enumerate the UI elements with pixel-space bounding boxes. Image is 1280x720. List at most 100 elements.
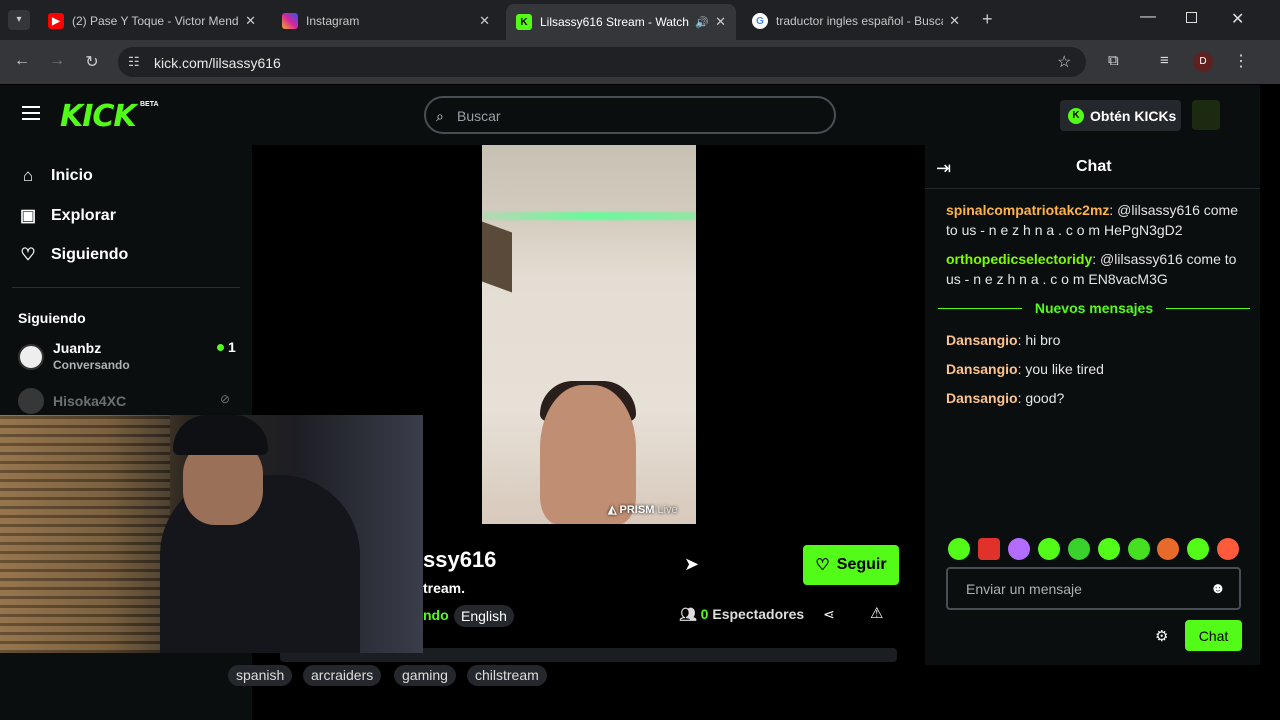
site-info-icon[interactable]: ☷: [128, 54, 140, 70]
emote-icon[interactable]: [1038, 538, 1060, 560]
tab-title: (2) Pase Y Toque - Victor Mendivil: [72, 14, 240, 28]
cursor-icon: ➤: [684, 554, 700, 574]
streamer-name[interactable]: ssy616: [423, 547, 496, 573]
report-icon[interactable]: ⚠: [870, 604, 883, 622]
emote-icon[interactable]: [1128, 538, 1150, 560]
emote-icon[interactable]: [1068, 538, 1090, 560]
new-messages-divider: Nuevos mensajes: [938, 300, 1250, 318]
sidebar-divider: [12, 287, 240, 288]
browser-menu-icon[interactable]: ⋮: [1233, 51, 1249, 71]
tag-chilstream[interactable]: chilstream: [467, 665, 547, 686]
emote-icon[interactable]: [1187, 538, 1209, 560]
chat-text: hi bro: [1025, 332, 1061, 348]
google-icon: G: [752, 13, 768, 29]
new-tab-button[interactable]: +: [982, 9, 993, 30]
get-kicks-button[interactable]: K Obtén KICKs: [1060, 100, 1181, 131]
sidebar-item-siguiendo[interactable]: ♡ Siguiendo: [18, 245, 128, 265]
browser-tab-bar: ▾ ▶ (2) Pase Y Toque - Victor Mendivil ✕…: [0, 0, 1280, 40]
sidebar-item-inicio[interactable]: ⌂ Inicio: [18, 166, 93, 186]
reload-button[interactable]: ↻: [82, 52, 102, 72]
instagram-icon: [282, 13, 298, 29]
home-icon: ⌂: [22, 166, 34, 185]
tag-gaming[interactable]: gaming: [394, 665, 456, 686]
browse-icon: ▣: [19, 206, 37, 225]
user-avatar[interactable]: [1192, 100, 1220, 130]
close-icon[interactable]: ✕: [479, 13, 490, 29]
led-strip: [482, 212, 696, 220]
language-badge[interactable]: English: [454, 605, 514, 627]
beta-badge: BETA: [140, 101, 159, 108]
tab-title: Instagram: [306, 14, 360, 28]
minimize-button[interactable]: —: [1140, 8, 1156, 26]
gear-icon[interactable]: ⚙: [1155, 627, 1168, 645]
channel-category: Conversando: [53, 358, 130, 372]
back-button[interactable]: ←: [12, 52, 32, 70]
chat-username[interactable]: spinalcompatriotakc2mz: [946, 202, 1109, 218]
wall-frame: [482, 221, 512, 293]
following-heading: Siguiendo: [18, 310, 86, 326]
video-feed: [482, 145, 696, 524]
follow-button[interactable]: ♡ Seguir: [803, 545, 899, 585]
chat-username[interactable]: orthopedicselectoridy: [946, 251, 1092, 267]
prism-live-label: Live: [657, 504, 678, 516]
nav-label: Explorar: [51, 207, 116, 224]
chat-title: Chat: [1076, 158, 1112, 175]
chat-username[interactable]: Dansangio: [946, 390, 1018, 406]
prism-label: PRISM: [619, 504, 655, 516]
emote-icon[interactable]: [1008, 538, 1030, 560]
share-icon[interactable]: ⋖: [823, 606, 835, 623]
chat-message: orthopedicselectoridy: @lilsassy616 come…: [946, 251, 1237, 287]
viewer-count: 👥︎ 0 Espectadores: [679, 606, 804, 623]
avatar: [18, 388, 44, 414]
emote-icon[interactable]: [1098, 538, 1120, 560]
kick-logo[interactable]: KICK: [60, 99, 137, 134]
heart-icon: ♡: [20, 245, 36, 264]
tag-spanish[interactable]: spanish: [228, 665, 293, 686]
url-text[interactable]: kick.com/lilsassy616: [154, 55, 281, 71]
tag-arcraiders[interactable]: arcraiders: [303, 665, 382, 686]
channel-name: Hisoka4XC: [53, 393, 127, 409]
emoji-icon[interactable]: ☻: [1210, 580, 1226, 597]
extensions-icon[interactable]: ⧉: [1108, 52, 1119, 69]
profile-avatar[interactable]: D: [1193, 52, 1213, 72]
viewer-number: 0: [700, 606, 709, 622]
close-icon[interactable]: ✕: [715, 14, 726, 30]
chat-message: spinalcompatriotakc2mz: @lilsassy616 com…: [946, 202, 1238, 238]
kick-icon: K: [516, 14, 532, 30]
kicks-coin-icon: K: [1068, 107, 1084, 124]
bookmark-star-icon[interactable]: ☆: [1057, 52, 1071, 72]
viewer-count: 1: [228, 339, 236, 355]
tab-instagram[interactable]: Instagram ✕: [272, 6, 500, 36]
forward-button[interactable]: →: [47, 52, 67, 70]
nav-label: Inicio: [51, 167, 93, 184]
tab-search-button[interactable]: ▾: [8, 10, 30, 30]
chat-username[interactable]: Dansangio: [946, 361, 1018, 377]
close-icon[interactable]: ✕: [245, 13, 256, 29]
emote-icon[interactable]: [1217, 538, 1239, 560]
tab-title: Lilsassy616 Stream - Watch: [540, 15, 689, 29]
tab-kick[interactable]: K Lilsassy616 Stream - Watch 🔊 ✕: [506, 4, 736, 40]
tab-youtube[interactable]: ▶ (2) Pase Y Toque - Victor Mendivil ✕: [38, 6, 266, 36]
media-control-icon[interactable]: ≡: [1160, 52, 1169, 69]
users-icon: 👥︎: [679, 606, 697, 622]
sidebar-item-explorar[interactable]: ▣ Explorar: [18, 206, 116, 226]
emote-icon[interactable]: [948, 538, 970, 560]
stream-category[interactable]: ndo: [423, 607, 449, 623]
chat-text: you like tired: [1025, 361, 1104, 377]
close-window-button[interactable]: ✕: [1231, 9, 1244, 29]
youtube-icon: ▶: [48, 13, 64, 29]
tab-google[interactable]: G traductor ingles español - Buscar ✕: [742, 6, 970, 36]
chat-username[interactable]: Dansangio: [946, 332, 1018, 348]
chat-input-placeholder: Enviar un mensaje: [966, 581, 1082, 597]
collapse-chat-icon[interactable]: ⇥: [936, 158, 951, 179]
follow-label: Seguir: [836, 556, 887, 573]
chat-message: Dansangio: hi bro: [946, 332, 1061, 348]
maximize-button[interactable]: [1186, 12, 1197, 23]
emote-icon[interactable]: [1157, 538, 1179, 560]
window-blinds: [0, 415, 170, 653]
nav-label: Siguiendo: [51, 246, 129, 263]
emote-icon[interactable]: [978, 538, 1000, 560]
menu-icon[interactable]: [22, 106, 40, 120]
close-icon[interactable]: ✕: [949, 13, 960, 29]
send-chat-button[interactable]: Chat: [1185, 620, 1242, 651]
